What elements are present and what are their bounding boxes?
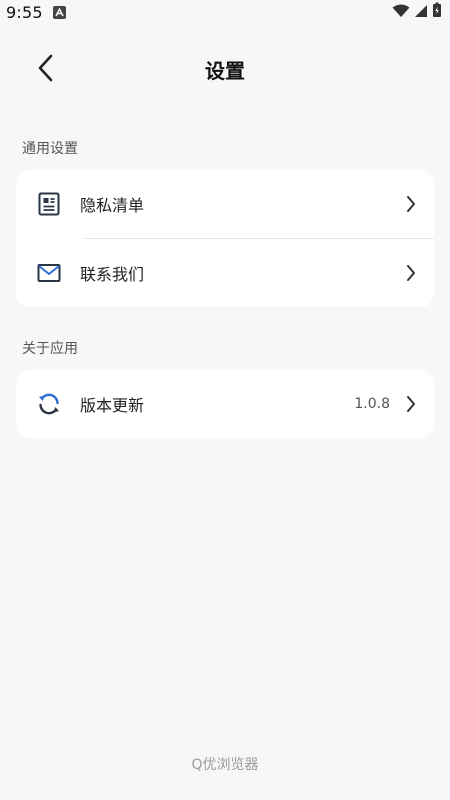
signal-icon (414, 3, 428, 22)
section-title-about: 关于应用 (22, 341, 78, 357)
privacy-list-label: 隐私清单 (80, 196, 145, 215)
section-title-general: 通用设置 (22, 141, 78, 157)
privacy-list-item[interactable]: 隐私清单 (16, 170, 434, 238)
footer-brand: Q优浏览器 (191, 757, 259, 773)
chevron-right-icon (404, 195, 418, 213)
battery-charging-icon (432, 2, 442, 22)
version-update-label: 版本更新 (80, 396, 145, 415)
contact-us-label: 联系我们 (80, 265, 145, 284)
chevron-right-icon (404, 264, 418, 282)
status-icons (392, 2, 442, 22)
chevron-right-icon (404, 395, 418, 413)
refresh-icon (36, 391, 62, 417)
status-time: 9:55 (6, 2, 43, 22)
document-list-icon (36, 191, 62, 217)
general-settings-card: 隐私清单 联系我们 (16, 170, 434, 307)
contact-us-item[interactable]: 联系我们 (16, 239, 434, 307)
version-number: 1.0.8 (354, 396, 390, 412)
back-button[interactable] (28, 50, 64, 86)
chevron-left-icon (38, 54, 53, 82)
wifi-icon (392, 3, 410, 22)
a-icon (52, 5, 66, 19)
version-update-item[interactable]: 版本更新 1.0.8 (16, 370, 434, 438)
mail-icon (36, 260, 62, 286)
about-app-card: 版本更新 1.0.8 (16, 370, 434, 438)
status-bar: 9:55 (0, 0, 450, 24)
page-title: 设置 (205, 58, 245, 83)
page-header: 设置 (0, 44, 450, 94)
